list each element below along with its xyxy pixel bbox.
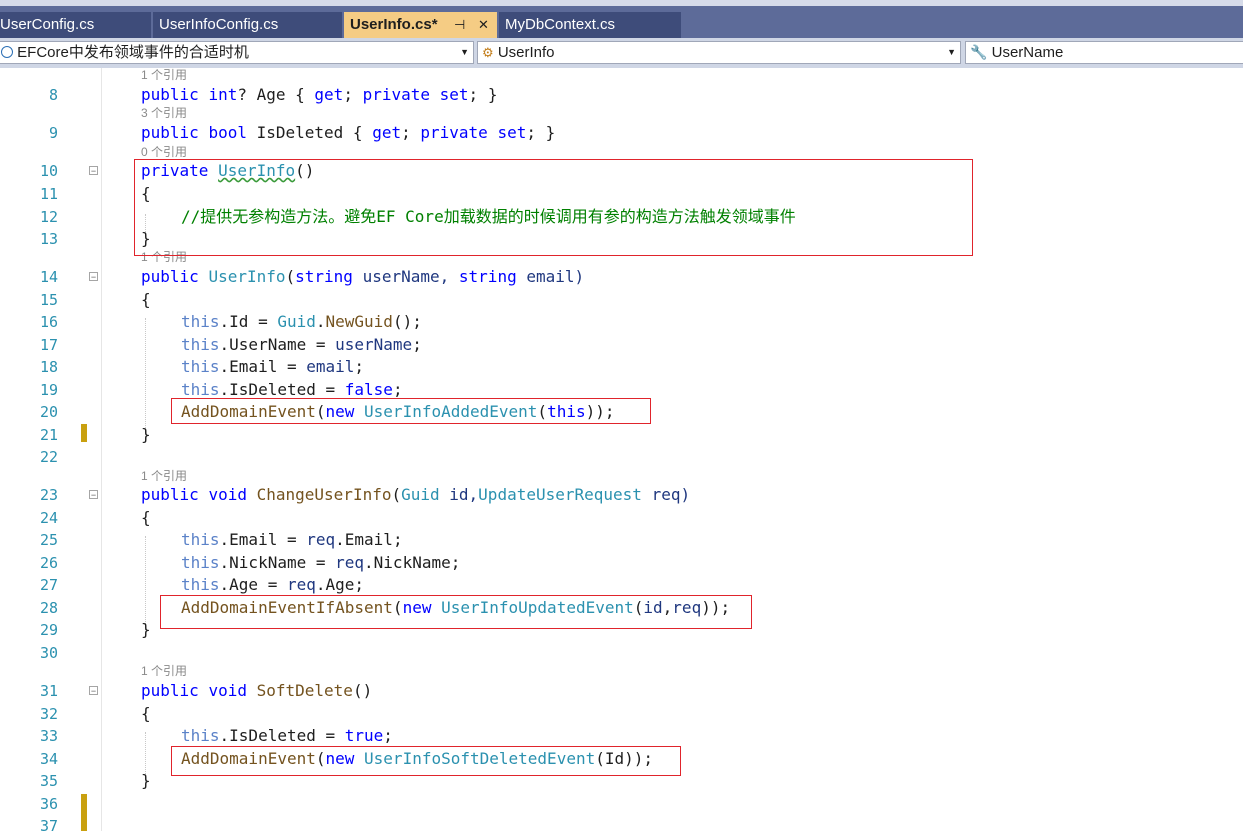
code-line-26: this.NickName = req.NickName;	[181, 553, 461, 572]
tab-userconfig[interactable]: UserConfig.cs	[0, 12, 151, 38]
line-number: 15	[39, 291, 58, 309]
code-line-29: }	[141, 620, 151, 639]
code-line-9: public bool IsDeleted { get; private set…	[141, 123, 556, 142]
line-number: 25	[39, 531, 58, 549]
indent-guide	[145, 536, 146, 630]
tab-userinfo-active[interactable]: UserInfo.cs* ⊣ ✕	[344, 12, 497, 38]
close-icon[interactable]: ✕	[478, 12, 489, 38]
chevron-down-icon: ▼	[947, 47, 956, 57]
highlight-box-private-ctor	[134, 159, 973, 256]
codelens-references[interactable]: 1 个引用	[141, 68, 187, 82]
line-number: 14	[39, 268, 58, 286]
line-number: 17	[39, 336, 58, 354]
codelens-references[interactable]: 1 个引用	[141, 469, 187, 483]
project-icon	[1, 46, 13, 58]
collapse-icon[interactable]: −	[89, 272, 98, 282]
project-dropdown-label: EFCore中发布领域事件的合适时机	[17, 44, 249, 61]
code-line-24: {	[141, 508, 151, 527]
line-number: 24	[39, 509, 58, 527]
code-line-15: {	[141, 290, 151, 309]
line-number: 31	[39, 682, 58, 700]
code-line-19: this.IsDeleted = false;	[181, 380, 403, 399]
line-number: 19	[39, 381, 58, 399]
line-number: 21	[39, 426, 58, 444]
code-line-8: public int? Age { get; private set; }	[141, 85, 498, 104]
codelens-references[interactable]: 1 个引用	[141, 664, 187, 678]
line-number: 30	[39, 644, 58, 662]
code-line-16: this.Id = Guid.NewGuid();	[181, 312, 422, 331]
tab-label: UserInfo.cs*	[350, 16, 438, 33]
code-line-32: {	[141, 704, 151, 723]
wrench-icon: 🔧	[970, 44, 988, 60]
change-marker	[81, 794, 87, 831]
line-number: 35	[39, 772, 58, 790]
code-line-27: this.Age = req.Age;	[181, 575, 365, 594]
code-line-21: }	[141, 425, 151, 444]
line-number: 16	[39, 313, 58, 331]
member-dropdown[interactable]: 🔧 UserName	[965, 41, 1243, 64]
collapse-icon[interactable]: −	[89, 166, 98, 176]
line-number: 11	[39, 185, 58, 203]
code-line-31: public void SoftDelete()	[141, 681, 373, 700]
type-dropdown[interactable]: ⚙ UserInfo ▼	[477, 41, 961, 64]
code-line-23: public void ChangeUserInfo(Guid id,Updat…	[141, 485, 691, 504]
tab-label: MyDbContext.cs	[505, 16, 616, 33]
member-dropdown-label: UserName	[991, 44, 1064, 61]
margin-separator	[101, 68, 102, 831]
pin-icon[interactable]: ⊣	[454, 12, 465, 38]
line-number: 28	[39, 599, 58, 617]
collapse-icon[interactable]: −	[89, 686, 98, 696]
code-line-35: }	[141, 771, 151, 790]
change-marker	[81, 424, 87, 442]
highlight-box-add-event	[171, 398, 651, 424]
chevron-down-icon: ▼	[460, 47, 469, 57]
line-number: 18	[39, 358, 58, 376]
line-number: 23	[39, 486, 58, 504]
tab-mydbcontext[interactable]: MyDbContext.cs	[499, 12, 681, 38]
navigation-bar: EFCore中发布领域事件的合适时机 ▼ ⚙ UserInfo ▼ 🔧 User…	[0, 38, 1243, 68]
line-number: 33	[39, 727, 58, 745]
tab-label: UserConfig.cs	[0, 16, 95, 33]
tab-userinfoconfig[interactable]: UserInfoConfig.cs	[153, 12, 342, 38]
line-number: 8	[48, 86, 58, 104]
tab-label: UserInfoConfig.cs	[159, 16, 279, 33]
code-editor[interactable]: 8 9 10 11 12 13 14 15 16 17 18 19 20 21 …	[0, 68, 1243, 835]
indent-guide	[145, 318, 146, 434]
code-line-18: this.Email = email;	[181, 357, 365, 376]
line-number: 26	[39, 554, 58, 572]
line-number: 29	[39, 621, 58, 639]
codelens-references[interactable]: 3 个引用	[141, 106, 187, 120]
code-line-14: public UserInfo(string userName, string …	[141, 267, 585, 286]
document-tab-bar: UserConfig.cs UserInfoConfig.cs UserInfo…	[0, 0, 1243, 38]
line-number: 10	[39, 162, 58, 180]
project-dropdown[interactable]: EFCore中发布领域事件的合适时机 ▼	[0, 41, 474, 64]
line-number: 12	[39, 208, 58, 226]
line-number: 37	[39, 817, 58, 835]
class-icon: ⚙	[482, 45, 494, 60]
line-number: 27	[39, 576, 58, 594]
line-number: 13	[39, 230, 58, 248]
line-number: 32	[39, 705, 58, 723]
tab-bar-top-stripe	[0, 0, 1243, 6]
code-line-33: this.IsDeleted = true;	[181, 726, 393, 745]
line-number: 36	[39, 795, 58, 813]
type-dropdown-label: UserInfo	[497, 44, 555, 61]
highlight-box-softdelete-event	[171, 746, 681, 776]
code-line-25: this.Email = req.Email;	[181, 530, 403, 549]
collapse-icon[interactable]: −	[89, 490, 98, 500]
line-number: 34	[39, 750, 58, 768]
codelens-references[interactable]: 0 个引用	[141, 145, 187, 159]
line-number: 20	[39, 403, 58, 421]
highlight-box-update-event	[160, 595, 752, 629]
line-number: 9	[48, 124, 58, 142]
code-line-17: this.UserName = userName;	[181, 335, 422, 354]
line-number: 22	[39, 448, 58, 466]
